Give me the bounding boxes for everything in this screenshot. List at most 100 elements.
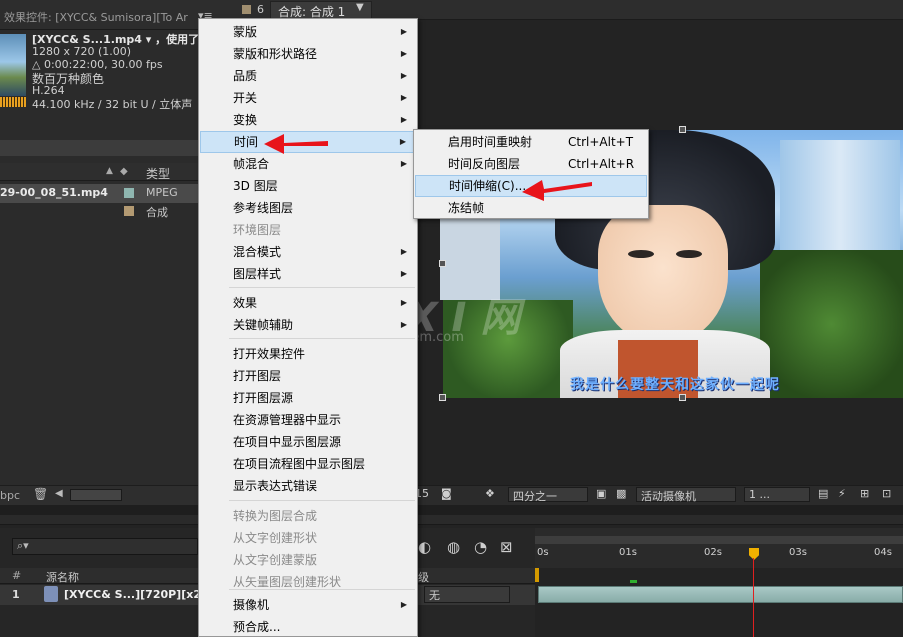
bpc-button[interactable]: bpc	[0, 489, 20, 502]
context-menu-item[interactable]: 品质 ▶	[200, 65, 417, 87]
submenu-arrow-icon: ▶	[400, 269, 407, 278]
draft-3d-icon[interactable]: ◐	[418, 538, 431, 556]
horizontal-scrollbar[interactable]	[70, 489, 122, 501]
context-menu-item[interactable]: 打开图层源	[200, 387, 417, 409]
context-menu-item[interactable]: 打开效果控件	[200, 343, 417, 365]
label-color-swatch	[124, 206, 134, 216]
parent-dropdown[interactable]: 无	[424, 586, 510, 603]
playhead-line[interactable]	[753, 558, 754, 637]
context-menu-item[interactable]: 图层样式 ▶	[200, 263, 417, 285]
context-menu-item-label: 3D 图层	[233, 179, 278, 193]
project-item-row[interactable]: 29-00_08_51.mp4 MPEG	[0, 184, 228, 203]
context-menu-item-label: 效果	[233, 296, 258, 310]
project-item-type: MPEG	[146, 186, 178, 199]
context-menu-item: 转换为图层合成	[200, 505, 417, 527]
layer-context-menu: 蒙版 ▶ 蒙版和形状路径 ▶ 品质 ▶ 开关 ▶ 变换 ▶ 时间 ▶ 帧混合 ▶ 3D 图层 参考线图层 环境图…	[198, 18, 418, 637]
motion-blur-icon[interactable]: ◍	[447, 538, 460, 556]
context-menu-item: 从文字创建形状	[200, 527, 417, 549]
project-search-bar[interactable]	[0, 140, 228, 156]
time-submenu-item[interactable]: 启用时间重映射 Ctrl+Alt+T	[415, 131, 647, 153]
label-color-swatch	[124, 188, 134, 198]
context-menu-item-label: 从文字创建蒙版	[233, 553, 318, 567]
camera-dropdown[interactable]: 活动摄像机	[636, 487, 736, 503]
column-type-header[interactable]: 类型	[146, 165, 170, 182]
submenu-arrow-icon: ▶	[400, 600, 407, 609]
context-menu-item-label: 预合成...	[233, 620, 281, 634]
footage-resolution: 1280 x 720 (1.00)	[32, 45, 132, 58]
cache-marker	[630, 580, 637, 583]
layer-transform-handle[interactable]	[679, 394, 686, 401]
character-eye	[628, 250, 654, 258]
menu-separator	[229, 500, 415, 501]
context-menu-item-label: 帧混合	[233, 157, 270, 171]
context-menu-item-label: 蒙版	[233, 25, 258, 39]
flowchart-icon[interactable]: ⊡	[882, 487, 891, 502]
layer-transform-handle[interactable]	[439, 394, 446, 401]
context-menu-item[interactable]: 蒙版 ▶	[200, 21, 417, 43]
fast-preview-icon[interactable]: ⚡	[838, 487, 846, 502]
context-menu-item[interactable]: 3D 图层	[200, 175, 417, 197]
context-menu-item[interactable]: 效果 ▶	[200, 292, 417, 314]
chevron-down-icon[interactable]: ▼	[356, 2, 364, 13]
scroll-left-icon[interactable]: ◀	[55, 488, 63, 499]
context-menu-item[interactable]: 关键帧辅助 ▶	[200, 314, 417, 336]
submenu-arrow-icon: ▶	[400, 93, 407, 102]
sort-up-icon[interactable]: ▲	[106, 166, 113, 176]
layer-transform-handle[interactable]	[439, 260, 446, 267]
work-area-start-marker[interactable]	[535, 568, 539, 582]
context-menu-item-label: 在项目流程图中显示图层	[233, 457, 366, 471]
context-menu-item[interactable]: 摄像机 ▶	[200, 594, 417, 616]
stopwatch-icon[interactable]: ◔	[474, 538, 487, 556]
submenu-arrow-icon: ▶	[400, 320, 407, 329]
annotation-arrow-icon	[522, 180, 592, 201]
context-menu-item: 从文字创建蒙版	[200, 549, 417, 571]
column-parent-header[interactable]: 级	[418, 569, 429, 585]
context-menu-item[interactable]: 预合成...	[200, 616, 417, 637]
snapshot-icon[interactable]: ◙	[441, 487, 452, 502]
context-menu-item-label: 混合模式	[233, 245, 282, 259]
project-item-row[interactable]: 合成	[0, 202, 228, 221]
lock-icon[interactable]: 6	[257, 3, 264, 16]
context-menu-item[interactable]: 打开图层	[200, 365, 417, 387]
region-of-interest-icon[interactable]: ▣	[596, 487, 606, 502]
context-menu-item[interactable]: 混合模式 ▶	[200, 241, 417, 263]
context-menu-item-label: 环境图层	[233, 223, 282, 237]
timeline-search-input[interactable]: ⌕▾	[12, 538, 198, 555]
submenu-arrow-icon: ▶	[400, 159, 407, 168]
context-menu-item-label: 参考线图层	[233, 201, 294, 215]
trash-icon[interactable]: 🗑	[33, 487, 48, 501]
work-area-bar[interactable]	[535, 536, 903, 544]
timeline-icon[interactable]: ⊞	[860, 487, 869, 502]
effect-controls-tab-title: 效果控件: [XYCC& Sumisora][To Ar	[4, 11, 188, 24]
context-menu-item[interactable]: 在项目流程图中显示图层	[200, 453, 417, 475]
submenu-arrow-icon: ▶	[400, 27, 407, 36]
context-menu-item-label: 摄像机	[233, 598, 270, 612]
graph-editor-icon[interactable]: ⊠	[500, 538, 513, 556]
column-source-name-header[interactable]: 源名称	[46, 569, 79, 585]
context-menu-item[interactable]: 蒙版和形状路径 ▶	[200, 43, 417, 65]
label-tag-icon[interactable]: ◆	[120, 166, 128, 177]
context-menu-item-label: 变换	[233, 113, 258, 127]
resolution-dropdown[interactable]: 四分之一	[508, 487, 588, 503]
context-menu-item[interactable]: 开关 ▶	[200, 87, 417, 109]
context-menu-item-label: 品质	[233, 69, 258, 83]
context-menu-item[interactable]: 参考线图层	[200, 197, 417, 219]
comp-color-swatch	[242, 5, 251, 14]
effect-controls-tab[interactable]: 效果控件: [XYCC& Sumisora][To Ar	[0, 0, 228, 30]
annotation-arrow-icon	[264, 134, 328, 154]
transparency-grid-icon[interactable]: ▩	[616, 487, 626, 502]
submenu-arrow-icon: ▶	[399, 137, 406, 146]
toggle-pixel-aspect-icon[interactable]: ▤	[818, 487, 828, 502]
layer-name[interactable]: [XYCC& S...][720P][x26	[64, 588, 209, 601]
layer-duration-bar[interactable]	[538, 586, 903, 603]
submenu-arrow-icon: ▶	[400, 247, 407, 256]
context-menu-item-label: 图层样式	[233, 267, 282, 281]
channel-icon[interactable]: ❖	[485, 487, 495, 502]
layer-transform-handle[interactable]	[679, 126, 686, 133]
menu-separator	[229, 589, 415, 590]
context-menu-item-label: 蒙版和形状路径	[233, 47, 318, 61]
context-menu-item[interactable]: 在资源管理器中显示	[200, 409, 417, 431]
context-menu-item[interactable]: 在项目中显示图层源	[200, 431, 417, 453]
context-menu-item[interactable]: 显示表达式错误	[200, 475, 417, 497]
views-dropdown[interactable]: 1 ...	[744, 487, 810, 502]
